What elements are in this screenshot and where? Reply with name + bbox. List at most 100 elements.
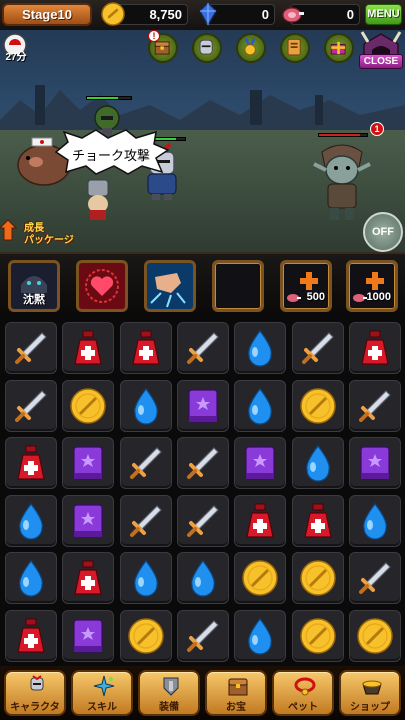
- board-tile[interactable]: [5, 552, 57, 604]
- board-tile[interactable]: [176, 552, 229, 604]
- nav-shop-button[interactable]: ショップ: [339, 670, 401, 716]
- coin-icon: [70, 387, 107, 424]
- silence-skill-slot[interactable]: 沈黙: [8, 260, 60, 312]
- board-tile[interactable]: [348, 494, 401, 547]
- potion-icon: [131, 330, 160, 365]
- puzzle-board: [0, 314, 405, 666]
- board-tile[interactable]: [348, 322, 401, 374]
- board-tile[interactable]: [176, 379, 229, 432]
- nav-shop-label: ショップ: [350, 702, 390, 713]
- auto-toggle-button[interactable]: OFF: [363, 212, 403, 252]
- coin-icon: [101, 2, 125, 26]
- board-tile[interactable]: [62, 494, 115, 547]
- board-tile[interactable]: [176, 322, 229, 374]
- collar-icon: [294, 677, 316, 696]
- gem-amount: 0: [261, 7, 269, 22]
- board-tile[interactable]: [234, 379, 287, 432]
- notification-badge: !: [148, 30, 160, 42]
- nav-skill-label: スキル: [87, 702, 117, 713]
- attack-callout-text: チョーク攻撃: [71, 148, 150, 163]
- close-button[interactable]: CLOSE: [359, 54, 403, 69]
- heart-skill-icon: [79, 263, 125, 309]
- board-tile[interactable]: [62, 437, 115, 489]
- sword-icon: [186, 332, 219, 364]
- meat-icon: [353, 294, 367, 302]
- knight-helmet-icon[interactable]: [192, 33, 222, 63]
- growth-package-icon[interactable]: [0, 218, 70, 244]
- knight-icon: [30, 675, 44, 691]
- gift-box-icon[interactable]: [324, 33, 354, 63]
- meat-icon: [282, 7, 304, 23]
- board-tile[interactable]: [62, 379, 115, 432]
- enemy-count-badge: 1: [370, 122, 384, 136]
- board-tile[interactable]: [176, 609, 229, 662]
- board-tile[interactable]: [291, 552, 344, 604]
- coin-icon: [299, 560, 336, 596]
- heart-skill-slot[interactable]: [76, 260, 128, 312]
- board-tile[interactable]: [119, 322, 172, 374]
- board-tile[interactable]: [5, 322, 57, 374]
- scroll-card-icon[interactable]: [280, 33, 310, 63]
- board-tile[interactable]: [348, 379, 401, 432]
- medal-icon[interactable]: [236, 33, 266, 63]
- board-tile[interactable]: [234, 437, 287, 489]
- board-tile[interactable]: [348, 552, 401, 604]
- potion-icon: [303, 503, 332, 538]
- board-tile[interactable]: [291, 494, 344, 547]
- frost-stomp-skill-icon: [147, 263, 193, 309]
- unlock-slot-1000[interactable]: 1000: [346, 260, 398, 312]
- nav-skill-button[interactable]: スキル: [71, 670, 133, 716]
- coin-icon: [299, 387, 336, 424]
- board-tile[interactable]: [5, 494, 57, 547]
- drop-icon: [248, 617, 273, 655]
- board-tile[interactable]: [291, 437, 344, 489]
- drop-icon: [248, 330, 273, 367]
- board-tile[interactable]: [234, 322, 287, 374]
- nav-equipment-button[interactable]: 装備: [138, 670, 200, 716]
- board-tile[interactable]: [62, 552, 115, 604]
- ally-hp-bar: [86, 96, 132, 100]
- board-tile[interactable]: [119, 552, 172, 604]
- frost-stomp-skill-slot[interactable]: [144, 260, 196, 312]
- board-tile[interactable]: [5, 379, 57, 432]
- board-tile[interactable]: [234, 494, 287, 547]
- stage-indicator: Stage10: [2, 3, 92, 26]
- plus-icon: [366, 272, 384, 290]
- board-tile[interactable]: [62, 609, 115, 662]
- board-tile[interactable]: [5, 437, 57, 489]
- sword-icon: [358, 389, 391, 422]
- book-icon: [360, 446, 390, 480]
- unlock-cost-500: 500: [306, 291, 325, 303]
- board-tile[interactable]: [119, 494, 172, 547]
- board-tile[interactable]: [291, 609, 344, 662]
- menu-button[interactable]: MENU: [365, 4, 402, 25]
- board-tile[interactable]: [62, 322, 115, 374]
- nav-treasure-button[interactable]: お宝: [205, 670, 267, 716]
- unlock-slot-500[interactable]: 500: [280, 260, 332, 312]
- meat-amount: 0: [346, 7, 354, 22]
- sword-icon: [186, 619, 219, 652]
- board-tile[interactable]: [348, 437, 401, 489]
- board-tile[interactable]: [291, 379, 344, 432]
- board-tile[interactable]: [5, 609, 57, 662]
- board-tile[interactable]: [234, 609, 287, 662]
- board-tile[interactable]: [176, 494, 229, 547]
- potion-icon: [74, 330, 103, 365]
- board-tile[interactable]: [176, 437, 229, 489]
- board-tile[interactable]: [234, 552, 287, 604]
- board-tile[interactable]: [119, 379, 172, 432]
- board-tile[interactable]: [348, 609, 401, 662]
- board-tile[interactable]: [119, 609, 172, 662]
- nav-pet-button[interactable]: ペット: [272, 670, 334, 716]
- unlock-cost-1000: 1000: [366, 291, 391, 303]
- nav-character-button[interactable]: キャラクター: [4, 670, 66, 720]
- sparkle-icon: [93, 675, 115, 697]
- book-icon: [245, 446, 275, 480]
- board-tile[interactable]: [119, 437, 172, 489]
- enemy-hp-bar: [318, 133, 368, 137]
- board-tile[interactable]: [291, 322, 344, 374]
- sword-icon: [129, 447, 162, 479]
- sword-icon: [186, 504, 219, 537]
- empty-skill-slot[interactable]: [212, 260, 264, 312]
- nav-character-label: キャラクター: [10, 702, 60, 720]
